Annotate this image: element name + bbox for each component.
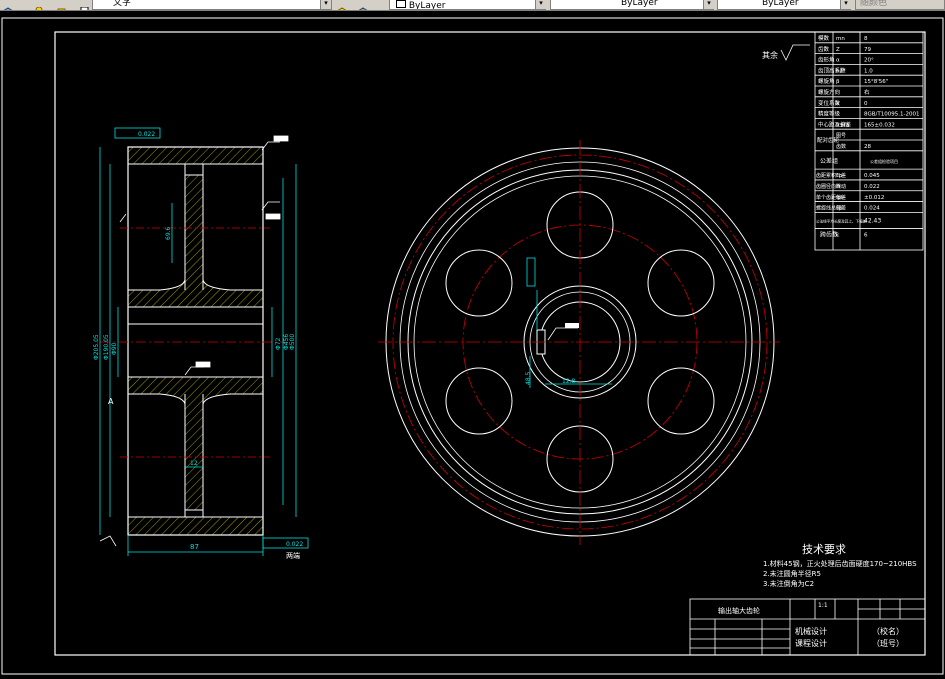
keyway-depth: 48.5	[525, 371, 532, 385]
color-dropdown[interactable]: ByLayer	[389, 0, 546, 10]
tolerance-group-label: 公差组	[820, 157, 838, 165]
param-value: 79	[864, 47, 871, 53]
check-item-symbol: fpt	[836, 195, 843, 201]
label-a: A	[108, 397, 114, 406]
course-2: 课程设计	[795, 638, 827, 648]
dim-width: 87	[190, 543, 199, 551]
drawing-canvas[interactable]: 其余 87 12 0.022 0.022 两端 A Φ72 Φ456 Φ500 …	[0, 11, 945, 675]
param-symbol: Z	[836, 47, 840, 53]
dim-web: 69.6	[165, 226, 172, 240]
tech-note-1: 1.材料45钢，正火处理后齿面硬度170~210HBS	[763, 559, 917, 568]
param-name: 齿数	[818, 45, 830, 53]
linetype-dropdown[interactable]: ByLayer	[550, 0, 714, 10]
check-item-value: 0.022	[864, 184, 880, 190]
text-style-dropdown[interactable]: 文字	[92, 0, 332, 10]
section-view: 87 12 0.022 0.022 两端 A Φ72 Φ456 Φ500 Φ20…	[93, 127, 309, 560]
dim-dia-left: Φ205.05	[93, 334, 100, 360]
param-name: 螺旋角	[818, 77, 835, 85]
keyway-dim: 12.8	[562, 378, 576, 385]
check-item-value: 0.045	[864, 173, 880, 179]
chevron-down-icon[interactable]: ▾	[840, 0, 851, 9]
tech-note-2: 2.未注圆角半径R5	[763, 569, 821, 578]
param-value: 8	[864, 36, 868, 42]
span-teeth-symbol: k	[836, 233, 840, 239]
color-value: ByLayer	[408, 1, 446, 10]
tolerance-group-note: 公差组检验项目	[870, 158, 898, 164]
param-symbol: a±fa	[836, 122, 849, 128]
param-symbol: α	[836, 58, 840, 64]
linetype-value: ByLayer	[621, 0, 658, 8]
layers-icon[interactable]	[357, 0, 369, 10]
layer-states-icon[interactable]	[2, 0, 14, 10]
pair-row-label: 图号	[836, 133, 846, 139]
check-item-name: 齿圈径向跳动	[816, 183, 846, 190]
param-value: 右	[864, 88, 870, 96]
dim-bore: Φ90	[111, 342, 118, 355]
chevron-down-icon[interactable]: ▾	[320, 0, 331, 9]
check-item-symbol: Fβ	[836, 206, 842, 212]
color-swatch-icon	[396, 0, 406, 8]
param-symbol: mn	[836, 36, 845, 42]
layer-previous-icon[interactable]	[336, 0, 348, 10]
param-value: 8GB/T10095.1-2001	[864, 112, 919, 118]
span-length-value: 42.43	[864, 217, 881, 224]
tech-title: 技术要求	[802, 543, 846, 556]
properties-toolbar: 文字 ▾ ByLayer ▾ ByLayer ▾ ByLayer ▾ 随颜色	[0, 0, 945, 11]
dim-72: Φ72	[275, 337, 282, 350]
check-item-symbol: Fp	[836, 173, 842, 179]
param-value: 165±0.032	[864, 122, 895, 128]
dim-inner: 12	[190, 460, 198, 467]
lock-icon[interactable]	[57, 0, 69, 10]
school: （校名）	[872, 626, 904, 636]
class: （班号）	[872, 638, 904, 648]
check-item-value: 0.024	[864, 206, 880, 212]
dim-500: Φ500	[289, 334, 296, 350]
lineweight-value: ByLayer	[762, 0, 799, 8]
sun-icon[interactable]	[34, 0, 46, 10]
param-value: 1.0	[864, 68, 873, 74]
chevron-down-icon[interactable]: ▾	[703, 0, 714, 9]
param-symbol: ha*	[836, 68, 846, 74]
bore-roughness-flag	[565, 323, 579, 328]
surface-note: 其余	[762, 50, 778, 60]
param-name: 螺旋方向	[818, 88, 840, 96]
tol-bottom: 0.022	[286, 541, 303, 548]
chevron-down-icon[interactable]: ▾	[535, 0, 546, 9]
hub-lower-hatch	[127, 376, 264, 511]
tech-note-3: 3.未注倒角为C2	[763, 579, 814, 588]
dim-dia-left2: Φ190.05	[103, 334, 110, 360]
color-swatch-icon[interactable]	[80, 0, 92, 10]
plot-style-value: 随颜色	[860, 0, 888, 8]
plot-style-dropdown[interactable]: 随颜色	[855, 0, 945, 10]
pair-row-label: 齿数	[836, 143, 846, 150]
cad-drawing: 其余 87 12 0.022 0.022 两端 A Φ72 Φ456 Φ500 …	[1, 17, 944, 675]
param-value: 20°	[864, 58, 874, 64]
bore-roughness-leader	[547, 327, 578, 341]
front-view: 12.8 48.5	[378, 140, 780, 545]
rim-top-hatch	[127, 146, 264, 165]
bottom-note: 两端	[286, 551, 300, 560]
param-name: 模数	[818, 34, 830, 42]
pair-row-value: 28	[864, 144, 871, 150]
param-name: 齿形角	[818, 56, 835, 64]
scale: 1:1	[818, 602, 828, 609]
param-value: 15°8'56"	[864, 79, 888, 85]
text-style-value: 文字	[113, 0, 132, 8]
param-name: 精度等级	[818, 110, 841, 118]
check-item-value: ±0.012	[864, 195, 884, 201]
roughness-symbol	[780, 44, 810, 61]
part-name: 输出轴大齿轮	[718, 606, 760, 615]
hub-upper-hatch	[127, 174, 264, 308]
lineweight-dropdown[interactable]: ByLayer	[717, 0, 851, 10]
course-1: 机械设计	[795, 626, 827, 636]
parameter-rows: 模数 mn 8齿数 Z 79齿形角 α 20°齿顶高系数ha* 1.0螺旋角 β 15°8'56"…	[815, 34, 923, 239]
span-length-label: 公法线平均长度及其上、下偏差	[816, 218, 867, 223]
span-teeth-value: 6	[864, 233, 868, 239]
tol-top: 0.022	[138, 131, 155, 138]
param-value: 0	[864, 101, 868, 107]
rim-bottom-hatch	[127, 516, 264, 536]
param-symbol: β	[836, 79, 840, 85]
